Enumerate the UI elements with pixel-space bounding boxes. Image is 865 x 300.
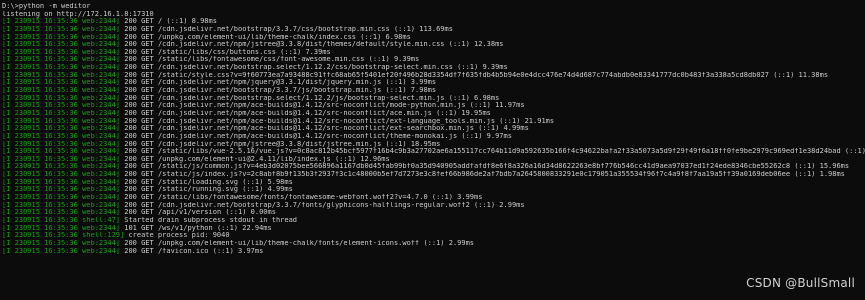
log-prefix: [I 230915 16:35:36 web:2344] xyxy=(2,41,121,49)
log-message: 200 GET /cdn.jsdelivr.net/bootstrap.sele… xyxy=(120,94,500,102)
log-message: 200 GET /static/loading.svg (::1) 5.98ms xyxy=(120,178,293,186)
log-message: 200 GET /static/libs/css/buttons.css (::… xyxy=(120,48,331,56)
log-line: [I 230915 16:35:36 web:2344] 200 GET /st… xyxy=(2,171,865,179)
log-line: [I 230915 16:35:36 web:2344] 101 GET /ws… xyxy=(2,225,865,233)
log-prefix: [I 230915 16:35:36 web:2344] xyxy=(2,194,121,202)
log-prefix: [I 230915 16:35:36 web:2344] xyxy=(2,25,121,33)
log-prefix: [I 230915 16:35:36 web:2344] xyxy=(2,71,121,79)
log-message: 101 GET /ws/v1/python (::1) 22.94ms xyxy=(120,224,272,232)
terminal-output[interactable]: D:\>python -m weditor listening on http:… xyxy=(2,3,865,255)
log-message: 200 GET /cdn.jsdelivr.net/npm/jstree@3.3… xyxy=(120,140,441,148)
log-line: [I 230915 16:35:36 web:2344] 200 GET /st… xyxy=(2,194,865,202)
log-line: [I 230915 16:35:36 web:2344] 200 GET /cd… xyxy=(2,87,865,95)
log-message: 200 GET /cdn.jsdelivr.net/npm/ace-builds… xyxy=(120,125,529,133)
log-message: 200 GET /cdn.jsdelivr.net/npm/jstree@3.3… xyxy=(120,41,504,49)
log-line: [I 230915 16:35:36 web:2344] 200 GET /st… xyxy=(2,186,865,194)
log-prefix: [I 230915 16:35:36 web:2344] xyxy=(2,33,121,41)
log-prefix: [I 230915 16:35:36 web:2344] xyxy=(2,109,121,117)
log-prefix: [I 230915 16:35:36 web:2344] xyxy=(2,132,121,140)
log-prefix: [I 230915 16:35:36 web:2344] xyxy=(2,56,121,64)
log-message: 200 GET /cdn.jsdelivr.net/npm/jquery@3.3… xyxy=(120,79,437,87)
log-line: [I 230915 16:35:36 web:2344] 200 GET /cd… xyxy=(2,26,865,34)
log-message: 200 GET /unpkg.com/element-ui@2.4.11/lib… xyxy=(120,155,390,163)
log-line: [I 230915 16:35:36 web:2344] 200 GET /un… xyxy=(2,156,865,164)
log-message: 200 GET /cdn.jsdelivr.net/bootstrap.sele… xyxy=(120,64,508,72)
log-prefix: [I 230915 16:35:36 web:2344] xyxy=(2,87,121,95)
log-line: [I 230915 16:35:36 web:2344] 200 GET /cd… xyxy=(2,118,865,126)
log-line: [I 230915 16:35:36 web:2344] 200 GET /cd… xyxy=(2,133,865,141)
log-message: 200 GET /cdn.jsdelivr.net/npm/ace-builds… xyxy=(120,117,555,125)
log-message: 200 GET /static/running.svg (::1) 4.99ms xyxy=(120,186,293,194)
log-message: 200 GET /static/libs/fontawesome/css/fon… xyxy=(120,56,420,64)
log-line: [I 230915 16:35:36 web:2344] 200 GET /un… xyxy=(2,240,865,248)
log-message: 200 GET /static/libs/vue-2.5.16/vue.js?v… xyxy=(120,148,865,156)
log-prefix: [I 230915 16:35:36 web:2344] xyxy=(2,239,121,247)
log-line: [I 230915 16:35:36 web:2344] 200 GET /st… xyxy=(2,163,865,171)
log-message: create process pid: 9040 xyxy=(124,232,230,240)
log-message: 200 GET /unpkg.com/element-ui/lib/theme-… xyxy=(120,239,475,247)
log-line: [I 230915 16:35:36 web:2344] 200 GET /st… xyxy=(2,56,865,64)
log-line: [I 230915 16:35:36 web:2344] 200 GET /cd… xyxy=(2,64,865,72)
log-prefix: [I 230915 16:35:36 web:2344] xyxy=(2,224,121,232)
log-prefix: [I 230915 16:35:36 web:2344] xyxy=(2,201,121,209)
log-prefix: [I 230915 16:35:36 web:2344] xyxy=(2,125,121,133)
log-line: [I 230915 16:35:36 web:2344] 200 GET /st… xyxy=(2,72,865,80)
log-line: [I 230915 16:35:36 web:2344] 200 GET /cd… xyxy=(2,95,865,103)
log-prefix: [I 230915 16:35:36 web:2344] xyxy=(2,163,121,171)
log-list: [I 230915 16:35:36 web:2344] 200 GET / (… xyxy=(2,18,865,255)
log-message: 200 GET /unpkg.com/element-ui/lib/theme-… xyxy=(120,33,411,41)
log-prefix: [I 230915 16:35:36 web:2344] xyxy=(2,102,121,110)
log-message: 200 GET /cdn.jsdelivr.net/npm/ace-builds… xyxy=(120,132,512,140)
log-line: [I 230915 16:35:36 web:2344] 200 GET / (… xyxy=(2,18,865,26)
log-prefix: [I 230915 16:35:36 web:2344] xyxy=(2,79,121,87)
log-line: [I 230915 16:35:36 web:2344] 200 GET /st… xyxy=(2,179,865,187)
log-prefix: [I 230915 16:35:36 shell:129] xyxy=(2,232,125,240)
log-line: [I 230915 16:35:36 web:2344] 200 GET /st… xyxy=(2,148,865,156)
log-prefix: [I 230915 16:35:36 web:2344] xyxy=(2,18,121,26)
log-message: 200 GET /static/js/index.js?v=2c8abf8b9f… xyxy=(120,171,845,179)
log-prefix: [I 230915 16:35:36 web:2344] xyxy=(2,64,121,72)
log-prefix: [I 230915 16:35:36 web:2344] xyxy=(2,94,121,102)
log-line: [I 230915 16:35:36 web:2344] 200 GET /cd… xyxy=(2,141,865,149)
log-prefix: [I 230915 16:35:36 web:2344] xyxy=(2,148,121,156)
log-message: 200 GET /cdn.jsdelivr.net/npm/ace-builds… xyxy=(120,102,525,110)
log-message: 200 GET /static/js/common.js?v=4eb3d0207… xyxy=(120,163,850,171)
log-line: [I 230915 16:35:36 web:2344] 200 GET /cd… xyxy=(2,102,865,110)
log-line: [I 230915 16:35:36 web:2344] 200 GET /ap… xyxy=(2,209,865,217)
log-line: [I 230915 16:35:36 web:2344] 200 GET /un… xyxy=(2,34,865,42)
log-prefix: [I 230915 16:35:36 web:2344] xyxy=(2,171,121,179)
log-prefix: [I 230915 16:35:36 web:2344] xyxy=(2,117,121,125)
log-message: 200 GET /cdn.jsdelivr.net/bootstrap/3.3.… xyxy=(120,25,453,33)
log-prefix: [I 230915 16:35:36 web:2344] xyxy=(2,247,121,255)
log-message: Started drain subprocess stdout in threa… xyxy=(120,216,298,224)
log-line: [I 230915 16:35:36 web:2344] 200 GET /cd… xyxy=(2,110,865,118)
log-line: [I 230915 16:35:36 shell:129] create pro… xyxy=(2,232,865,240)
log-prefix: [I 230915 16:35:36 web:2344] xyxy=(2,140,121,148)
log-message: 200 GET /api/v1/version (::1) 0.00ms xyxy=(120,209,276,217)
log-message: 200 GET /cdn.jsdelivr.net/bootstrap/3.3.… xyxy=(120,87,437,95)
log-line: [I 230915 16:35:36 web:2344] 200 GET /cd… xyxy=(2,202,865,210)
log-message: 200 GET /cdn.jsdelivr.net/npm/ace-builds… xyxy=(120,109,491,117)
watermark: CSDN @BullSmall xyxy=(746,276,855,290)
log-message: 200 GET / (::1) 8.98ms xyxy=(120,18,217,26)
log-line: [I 230915 16:35:36 web:2344] 200 GET /st… xyxy=(2,49,865,57)
log-prefix: [I 230915 16:35:36 web:2344] xyxy=(2,186,121,194)
log-line: [I 230915 16:35:36 web:2344] 200 GET /cd… xyxy=(2,125,865,133)
log-prefix: [I 230915 16:35:36 shell:47] xyxy=(2,216,121,224)
log-line: [I 230915 16:35:36 web:2344] 200 GET /cd… xyxy=(2,41,865,49)
log-prefix: [I 230915 16:35:36 web:2344] xyxy=(2,48,121,56)
log-prefix: [I 230915 16:35:36 web:2344] xyxy=(2,178,121,186)
command-line: D:\>python -m weditor xyxy=(2,3,91,10)
log-message: 200 GET /static/libs/fontawesome/fonts/f… xyxy=(120,194,483,202)
log-line: [I 230915 16:35:36 shell:47] Started dra… xyxy=(2,217,865,225)
log-message: 200 GET /static/style.css?v=9f60773ea7a9… xyxy=(120,71,829,79)
log-prefix: [I 230915 16:35:36 web:2344] xyxy=(2,209,121,217)
log-message: 200 GET /favicon.ico (::1) 3.97ms xyxy=(120,247,264,255)
log-message: 200 GET /cdn.jsdelivr.net/bootstrap/3.3.… xyxy=(120,201,525,209)
log-line: [I 230915 16:35:36 web:2344] 200 GET /fa… xyxy=(2,248,865,256)
listening-line: listening on http://172.16.1.8:17310 xyxy=(2,10,154,18)
log-line: [I 230915 16:35:36 web:2344] 200 GET /cd… xyxy=(2,79,865,87)
log-prefix: [I 230915 16:35:36 web:2344] xyxy=(2,155,121,163)
